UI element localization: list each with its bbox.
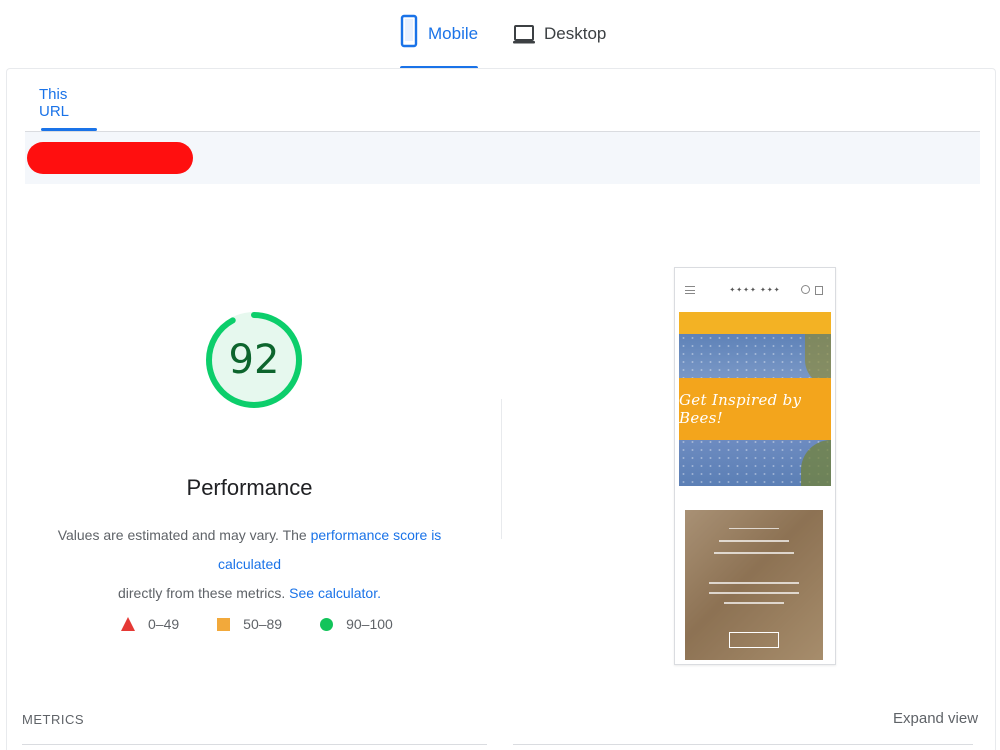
description-text: Values are estimated and may vary. The [57,527,311,543]
screenshot-shop-button [729,632,779,648]
tab-mobile-label: Mobile [428,24,479,43]
expand-view-button[interactable]: Expand view [893,710,978,727]
screenshot-logo: ✦✦✦✦ ✦✦✦ [729,286,781,294]
report-card: This URL 92 Performance Values are estim… [6,68,996,750]
redacted-url [27,142,193,174]
score-legend: 0–49 50–89 90–100 [121,614,393,634]
metrics-divider [513,744,973,745]
screenshot-hero-band: Get Inspired by Bees! [679,378,831,440]
performance-gauge[interactable]: 92 [203,309,305,411]
tab-this-url-label: This URL [39,86,70,120]
device-tabs: Mobile Desktop [0,0,1000,72]
performance-description: Values are estimated and may vary. The p… [47,521,452,608]
search-icon [801,285,810,294]
laptop-icon [512,24,536,51]
page-screenshot: ✦✦✦✦ ✦✦✦ Get Inspired by Bees! [674,267,836,665]
menu-icon [685,286,695,294]
metrics-heading: METRICS [22,712,84,727]
tab-desktop[interactable]: Desktop [512,14,606,70]
tab-this-url[interactable]: This URL [39,81,99,131]
square-icon [217,617,231,631]
screenshot-announcement-bar [679,312,831,334]
performance-score: 92 [228,337,280,383]
legend-fail: 0–49 [121,616,179,632]
circle-icon [320,617,334,631]
screenshot-hero-text: Get Inspired by Bees! [679,391,802,427]
column-divider [501,399,502,539]
see-calculator-link[interactable]: See calculator. [289,585,381,601]
legend-average-label: 50–89 [243,616,283,632]
cart-icon [815,286,823,295]
description-text-2: directly from these metrics. [118,585,290,601]
legend-pass: 90–100 [320,616,393,632]
tab-desktop-label: Desktop [544,24,607,43]
performance-title: Performance [186,475,313,500]
legend-fail-label: 0–49 [148,616,180,632]
screenshot-header: ✦✦✦✦ ✦✦✦ [675,280,835,304]
triangle-icon [121,617,135,631]
screenshot-hero: Get Inspired by Bees! [679,334,831,486]
legend-pass-label: 90–100 [346,616,393,632]
phone-icon [400,14,418,53]
url-bar [25,132,980,184]
legend-average: 50–89 [217,616,282,632]
metrics-divider [22,744,487,745]
screenshot-promo-image [685,510,823,660]
tab-mobile[interactable]: Mobile [400,14,478,70]
